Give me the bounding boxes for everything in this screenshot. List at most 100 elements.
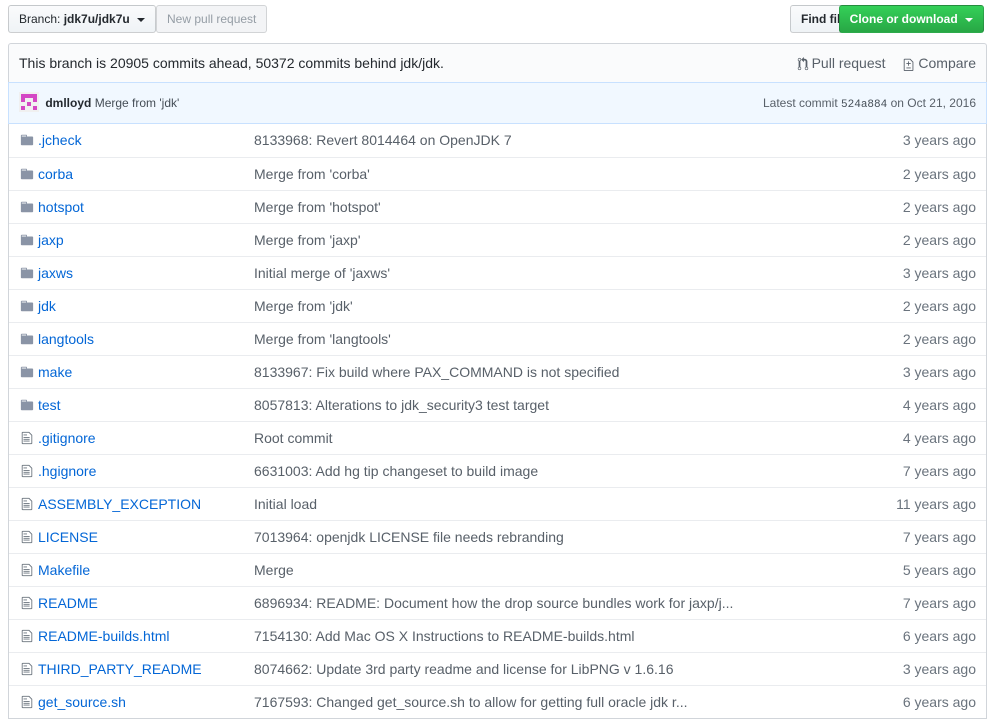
- file-name-link[interactable]: jaxws: [38, 257, 73, 289]
- file-icon: [21, 563, 33, 577]
- commit-message-link[interactable]: 6896934: README: Document how the drop s…: [254, 587, 733, 619]
- file-name-link[interactable]: .jcheck: [38, 124, 82, 156]
- commit-message-link[interactable]: Merge: [254, 554, 294, 586]
- file-row: Makefile Merge 5 years ago: [9, 553, 986, 586]
- commit-age: 5 years ago: [902, 562, 976, 578]
- commit-message-link[interactable]: 7167593: Changed get_source.sh to allow …: [254, 686, 688, 718]
- branch-select-button[interactable]: Branch: jdk7u/jdk7u: [8, 5, 157, 33]
- commit-age: 11 years ago: [896, 496, 976, 512]
- commit-message-link[interactable]: Initial load: [254, 488, 317, 520]
- pull-request-icon: [797, 57, 808, 71]
- file-icon: [21, 596, 33, 610]
- folder-icon: [20, 168, 34, 180]
- commit-date: on Oct 21, 2016: [890, 96, 976, 110]
- file-row: .gitignore Root commit 4 years ago: [9, 421, 986, 454]
- commit-message-link[interactable]: 7154130: Add Mac OS X Instructions to RE…: [254, 620, 635, 652]
- file-row: jdk Merge from 'jdk' 2 years ago: [9, 289, 986, 322]
- commit-age: 4 years ago: [902, 430, 976, 446]
- file-icon: [21, 530, 33, 544]
- file-row: jaxp Merge from 'jaxp' 2 years ago: [9, 223, 986, 256]
- commit-message-link[interactable]: Root commit: [254, 422, 333, 454]
- pull-request-label: Pull request: [811, 55, 886, 71]
- folder-icon: [20, 234, 34, 246]
- file-name-link[interactable]: LICENSE: [38, 521, 98, 553]
- avatar[interactable]: [19, 92, 39, 112]
- file-row: README-builds.html 7154130: Add Mac OS X …: [9, 619, 986, 652]
- file-name-link[interactable]: hotspot: [38, 191, 84, 223]
- file-name-link[interactable]: README-builds.html: [38, 620, 169, 652]
- commit-message-link[interactable]: Merge from 'jaxp': [254, 224, 361, 256]
- compare-link[interactable]: Compare: [903, 55, 976, 71]
- new-pull-request-button[interactable]: New pull request: [156, 5, 268, 33]
- branch-prefix: Branch:: [19, 12, 61, 26]
- commit-author-link[interactable]: dmlloyd: [45, 96, 91, 110]
- file-name-link[interactable]: jaxp: [38, 224, 64, 256]
- chevron-down-icon: [137, 17, 146, 22]
- commit-sha-link[interactable]: 524a884: [841, 99, 887, 111]
- latest-commit-label: Latest commit: [762, 96, 838, 110]
- folder-icon: [20, 300, 34, 312]
- compare-label: Compare: [918, 55, 976, 71]
- commit-message-link[interactable]: Merge from 'jdk': [254, 290, 353, 322]
- commit-age: 7 years ago: [902, 463, 976, 479]
- file-name-link[interactable]: .hgignore: [38, 455, 96, 487]
- commit-message-link[interactable]: 8074662: Update 3rd party readme and lic…: [254, 653, 673, 685]
- commit-message-link[interactable]: Merge from 'hotspot': [254, 191, 381, 223]
- chevron-down-icon: [965, 17, 973, 22]
- commit-message-link[interactable]: Merge from 'corba': [254, 158, 370, 190]
- file-name-link[interactable]: THIRD_PARTY_README: [38, 653, 202, 685]
- file-name-link[interactable]: langtools: [38, 323, 94, 355]
- folder-icon: [20, 366, 34, 378]
- commit-age: 7 years ago: [902, 595, 976, 611]
- file-row: get_source.sh 7167593: Changed get_source…: [9, 685, 986, 718]
- file-name-link[interactable]: corba: [38, 158, 73, 190]
- file-row: .hgignore 6631003: Add hg tip changeset t…: [9, 454, 986, 487]
- file-row: THIRD_PARTY_README 8074662: Update 3rd pa…: [9, 652, 986, 685]
- commit-age: 3 years ago: [902, 132, 976, 148]
- file-name-link[interactable]: README: [38, 587, 98, 619]
- file-diff-icon: [904, 58, 914, 71]
- file-row: langtools Merge from 'langtools' 2 years a…: [9, 322, 986, 355]
- file-row: .jcheck 8133968: Revert 8014464 on OpenJD…: [9, 124, 986, 157]
- commit-message-link[interactable]: 8057813: Alterations to jdk_security3 te…: [254, 389, 549, 421]
- file-row: test 8057813: Alterations to jdk_security…: [9, 388, 986, 421]
- file-icon: [21, 662, 33, 676]
- file-row: README 6896934: README: Document how the …: [9, 586, 986, 619]
- file-name-link[interactable]: make: [38, 356, 72, 388]
- clone-or-download-button[interactable]: Clone or download: [838, 5, 984, 33]
- branch-status-text: This branch is 20905 commits ahead, 5037…: [19, 55, 444, 71]
- clone-label: Clone or download: [849, 12, 958, 26]
- file-name-link[interactable]: jdk: [38, 290, 56, 322]
- commit-message-link[interactable]: 8133967: Fix build where PAX_COMMAND is …: [254, 356, 619, 388]
- commit-age: 2 years ago: [902, 232, 976, 248]
- file-icon: [21, 629, 33, 643]
- commit-message-link[interactable]: Initial merge of 'jaxws': [254, 257, 390, 289]
- file-name-link[interactable]: ASSEMBLY_EXCEPTION: [38, 488, 201, 520]
- file-name-link[interactable]: test: [38, 389, 61, 421]
- file-row: make 8133967: Fix build where PAX_COMMAND…: [9, 355, 986, 388]
- file-row: jaxws Initial merge of 'jaxws' 3 years ago: [9, 256, 986, 289]
- file-name-link[interactable]: get_source.sh: [38, 686, 126, 718]
- file-icon: [21, 431, 33, 445]
- folder-icon: [20, 399, 34, 411]
- file-name-link[interactable]: .gitignore: [38, 422, 96, 454]
- commit-age: 6 years ago: [902, 694, 976, 710]
- folder-icon: [20, 333, 34, 345]
- commit-age: 4 years ago: [902, 397, 976, 413]
- pull-request-link[interactable]: Pull request: [797, 55, 890, 71]
- commit-message-link[interactable]: Merge from 'langtools': [254, 323, 391, 355]
- commit-age: 3 years ago: [902, 265, 976, 281]
- file-icon: [21, 695, 33, 709]
- commit-age: 3 years ago: [902, 364, 976, 380]
- commit-message-link[interactable]: 8133968: Revert 8014464 on OpenJDK 7: [254, 124, 512, 156]
- commit-age: 3 years ago: [902, 661, 976, 677]
- file-name-link[interactable]: Makefile: [38, 554, 90, 586]
- file-navigation-toolbar: Branch: jdk7u/jdk7u New pull request Fin…: [8, 5, 984, 33]
- file-icon: [21, 464, 33, 478]
- commit-message-link[interactable]: Merge from 'jdk': [95, 96, 180, 110]
- file-icon: [21, 497, 33, 511]
- commit-age: 2 years ago: [902, 298, 976, 314]
- folder-icon: [20, 201, 34, 213]
- commit-message-link[interactable]: 6631003: Add hg tip changeset to build i…: [254, 455, 538, 487]
- commit-message-link[interactable]: 7013964: openjdk LICENSE file needs rebr…: [254, 521, 564, 553]
